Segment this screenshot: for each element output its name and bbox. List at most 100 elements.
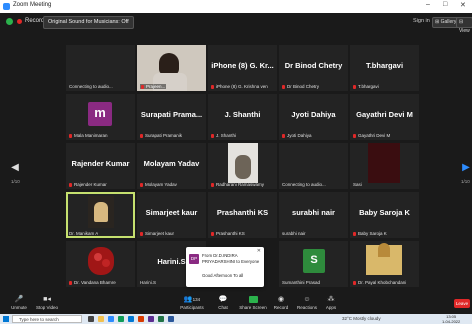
participant-tile[interactable]: S Sumanthini Prasad [279,241,348,287]
participant-name: Harini.S [140,280,157,285]
participant-tile[interactable]: Molayam Yadav Molayam Yadav [137,143,206,189]
participant-video-tile[interactable]: Prajeen... [137,45,206,91]
participant-tile[interactable]: Sasi [350,143,419,189]
participant-tile[interactable]: Rajender Kumar Rajender Kumar [66,143,135,189]
participant-display-name: J. Shanthi [224,110,261,119]
minimize-button[interactable]: – [426,1,430,8]
participant-name: Sumanthini Prasad [282,280,321,285]
participant-tile[interactable]: Dr. Vandana Bhamre [66,241,135,287]
participant-tile[interactable]: Gayathri Devi M Gayathri Devi M [350,94,419,140]
participant-name: Dr. Manikam A [69,231,99,236]
office-icon[interactable] [138,316,144,322]
word-icon[interactable] [168,316,174,322]
meeting-topbar: Recording Original Sound for Musicians: … [0,13,472,34]
chat-button[interactable]: 💬 Chat [210,295,236,310]
window-titlebar: Zoom Meeting – □ ✕ [0,0,472,13]
mic-muted-icon [353,281,356,285]
participant-name: Connecting to audio... [69,84,113,89]
task-view-icon[interactable] [88,316,94,322]
profile-photo-roses [88,247,114,275]
participant-tile[interactable]: Surapati Prama... Surapati Pramanik [137,94,206,140]
chrome-icon[interactable] [118,316,124,322]
participant-tile[interactable]: Prashanthi KS Prashanthi KS [208,192,277,238]
participant-tile[interactable]: Jyoti Dahiya Jyoti Dahiya [279,94,348,140]
participant-tile[interactable]: Dr Binod Chetry Dr Binod Chetry [279,45,348,91]
apps-button[interactable]: ⁂ Apps [318,295,344,310]
participant-tile[interactable]: Dr. Payal Khobchandani [350,241,419,287]
record-button[interactable]: ◉ Record [268,295,294,310]
taskbar-search-input[interactable]: Type here to search [12,315,82,323]
view-menu-button[interactable]: ⊟ View [456,17,472,34]
participants-button[interactable]: 👥134 Participants [176,295,208,310]
participant-display-name: Surapati Prama... [140,110,203,119]
mic-muted-icon [69,134,72,138]
participant-name: J. Shanthi [211,133,236,138]
participant-name: Jyoti Dahiya [282,133,312,138]
participant-name: T.bhargavi [353,84,379,89]
participant-tile[interactable]: Baby Saroja K Baby Saroja K [350,192,419,238]
chat-notification-popup[interactable]: DP From Dr.D.INDIRA PRIYADARSHINI to Eve… [186,247,264,287]
profile-photo-dome [378,243,390,257]
chat-message-text: Good Afternoon To all [202,273,244,278]
file-explorer-icon[interactable] [98,316,104,322]
apps-label: Apps [325,305,337,310]
video-camera-icon: ■◂ [43,296,51,303]
profile-photo [368,143,400,183]
profile-photo-person [235,155,251,179]
mic-muted-icon [282,134,285,138]
active-speaker-tile[interactable]: Dr. Manikam A [66,192,135,238]
participant-tile[interactable]: Connecting to audio... [279,143,348,189]
taskbar-clock[interactable]: 13:05 1-04-2022 [442,314,460,324]
weather-widget[interactable]: 32°C Mostly cloudy [342,316,381,321]
participant-tile[interactable]: m Mala Manimaran [66,94,135,140]
participant-name: Sasi [353,182,362,187]
participant-name: Dr Binod Chetry [282,84,319,89]
teams-icon[interactable] [148,316,154,322]
window-title: Zoom Meeting [13,2,52,8]
next-page-arrow-icon[interactable]: ▶ [461,158,471,178]
maximize-button[interactable]: □ [443,1,447,8]
zoom-taskbar-icon[interactable] [108,316,114,322]
mic-muted-icon [282,85,285,89]
microphone-muted-icon: 🎤 [14,296,24,303]
chat-bubble-icon: 💬 [218,296,228,303]
participant-tile[interactable]: surabhi nair surabhi nair [279,192,348,238]
windows-start-icon[interactable] [3,316,9,322]
participant-tile[interactable]: Connecting to audio... [66,45,135,91]
excel-icon[interactable] [158,316,164,322]
close-icon[interactable]: ✕ [257,248,261,254]
mic-muted-icon [211,183,214,187]
share-screen-button[interactable]: Share Screen [238,295,268,310]
profile-photo-rose [102,259,110,267]
stop-video-button[interactable]: ■◂ Stop Video [34,295,60,310]
participant-tile[interactable]: iPhone (8) G. Kr... iPhone (8) G. Krishn… [208,45,277,91]
original-sound-toggle[interactable]: Original Sound for Musicians: Off [43,16,134,29]
participant-name: Dr. Vandana Bhamre [69,280,116,285]
participant-tile[interactable]: T.bhargavi T.bhargavi [350,45,419,91]
close-window-button[interactable]: ✕ [460,1,466,9]
participant-tile[interactable]: J. Shanthi J. Shanthi [208,94,277,140]
participant-tile[interactable]: Radharani Ramaswamy [208,143,277,189]
meeting-toolbar: 🎤 Unmute ■◂ Stop Video 👥134 Participants… [0,294,472,314]
participant-display-name: surabhi nair [292,208,335,217]
security-shield-icon[interactable] [6,18,13,25]
record-icon: ◉ [277,296,285,303]
unmute-button[interactable]: 🎤 Unmute [6,295,32,310]
avatar: m [88,102,112,126]
profile-photo-rose [94,253,102,261]
profile-photo-figure [94,202,108,222]
participant-name: iPhone (8) G. Krishna ven [211,84,268,89]
sender-avatar: DP [189,254,199,264]
participants-label: Participants [180,305,204,310]
participant-name: Rajender Kumar [69,182,107,187]
leave-button[interactable]: Leave [454,299,470,308]
mic-muted-icon [211,85,214,89]
edge-icon[interactable] [128,316,134,322]
participant-tile[interactable]: Simarjeet kaur Simarjeet kaur [137,192,206,238]
share-screen-icon [238,295,268,305]
participant-display-name: Prashanthi KS [216,208,269,217]
participant-name: Gayathri Devi M [353,133,390,138]
sign-in-link[interactable]: Sign in [413,18,430,24]
previous-page-arrow-icon[interactable]: ◀ [10,158,20,178]
participant-name: surabhi nair [282,231,306,236]
